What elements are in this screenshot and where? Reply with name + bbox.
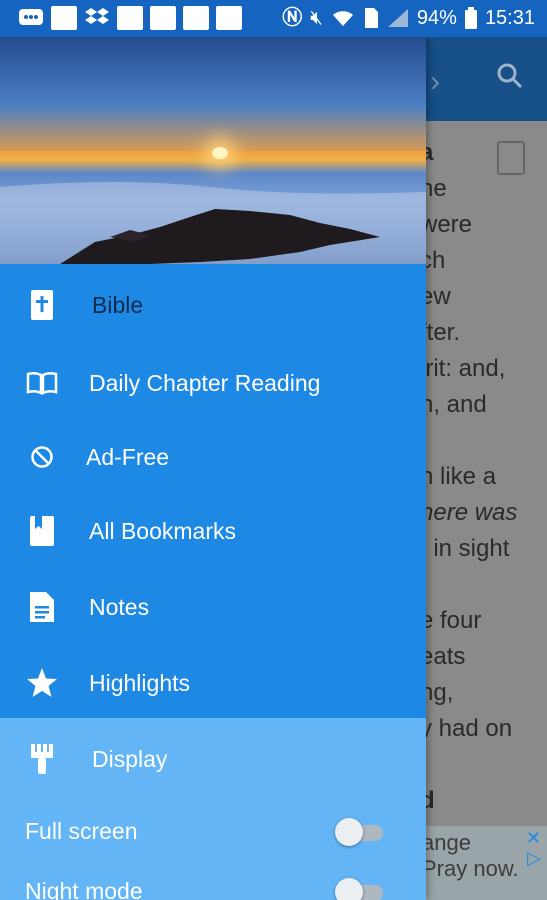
- drawer-item-highlights[interactable]: Highlights: [0, 646, 426, 720]
- nfc-icon: Ⓝ: [282, 7, 303, 29]
- drawer-item-label: All Bookmarks: [89, 517, 236, 544]
- brush-icon: [26, 743, 58, 775]
- battery-icon: [464, 7, 477, 29]
- sim-icon: [364, 8, 378, 28]
- drawer-item-label: Daily Chapter Reading: [89, 369, 321, 396]
- drawer-header-image: [0, 37, 426, 264]
- message-icon: [19, 9, 43, 25]
- block-icon: [26, 441, 58, 473]
- drawer-item-label: Bible: [92, 291, 144, 318]
- dropbox-icon: [85, 8, 109, 24]
- verse-text: n, and: [420, 391, 487, 418]
- toggle-night-mode: Night mode: [0, 862, 426, 900]
- drawer-item-notes[interactable]: Notes: [0, 570, 426, 644]
- drawer-item-all-bookmarks[interactable]: All Bookmarks: [0, 494, 426, 568]
- chevron-right-icon[interactable]: ›: [430, 65, 440, 99]
- verse-text: , in sight: [420, 535, 510, 562]
- verse-text: were: [420, 211, 473, 238]
- close-icon[interactable]: ✕: [526, 828, 541, 849]
- drawer-item-label: Notes: [89, 593, 150, 620]
- notification-icon: [117, 6, 143, 30]
- drawer-menu: Bible Daily Chapter Reading Ad-Free All …: [0, 264, 426, 718]
- toggle-label: Night mode: [25, 878, 143, 900]
- verse-text: eats: [420, 643, 466, 670]
- notification-icons: [18, 6, 242, 30]
- night-mode-switch[interactable]: [335, 878, 385, 900]
- drawer-item-daily-chapter-reading[interactable]: Daily Chapter Reading: [0, 346, 426, 420]
- open-book-icon: [26, 367, 58, 399]
- navigation-drawer: Bible Daily Chapter Reading Ad-Free All …: [0, 37, 426, 900]
- notification-icon: [51, 6, 77, 30]
- switch-thumb: [335, 878, 363, 900]
- mute-icon: 🔇︎: [310, 7, 323, 29]
- ad-choices-icon[interactable]: ▷: [527, 848, 541, 869]
- search-icon[interactable]: [497, 63, 523, 89]
- status-bar: Ⓝ 🔇︎ 94% 15:31: [0, 0, 547, 37]
- bookmark-icon: [26, 515, 58, 547]
- battery-level: 94%: [416, 7, 457, 29]
- toggle-label: Full screen: [25, 818, 138, 844]
- signal-icon: [387, 9, 408, 27]
- toggle-full-screen: Full screen: [0, 802, 426, 862]
- mountain-silhouette: [0, 182, 426, 264]
- full-screen-switch[interactable]: [335, 818, 385, 846]
- drawer-item-bible[interactable]: Bible: [0, 268, 426, 342]
- drawer-item-ad-free[interactable]: Ad-Free: [0, 420, 426, 494]
- bible-icon: [26, 289, 58, 321]
- notification-icon: [150, 6, 176, 30]
- wifi-icon: [332, 11, 353, 26]
- switch-thumb: [335, 818, 363, 846]
- ad-text: Pray now.: [422, 856, 519, 881]
- verse-text: y had on: [420, 715, 513, 742]
- drawer-item-label: Ad-Free: [86, 443, 170, 470]
- notification-icon: [216, 6, 242, 30]
- star-icon: [26, 667, 58, 699]
- verse-text: irit: and,: [420, 355, 506, 382]
- notification-icon: [183, 6, 209, 30]
- drawer-item-label: Display: [92, 745, 168, 772]
- clock: 15:31: [484, 7, 535, 29]
- verse-text: e four: [420, 607, 482, 634]
- drawer-settings: Display Full screen Night mode: [0, 718, 426, 900]
- ad-text: ange: [422, 830, 471, 855]
- system-icons: Ⓝ 🔇︎ 94% 15:31: [282, 5, 535, 31]
- verse-text: here was: [420, 499, 518, 526]
- verse-text: n like a: [420, 463, 497, 490]
- bookmark-icon[interactable]: [497, 141, 525, 175]
- note-icon: [26, 591, 58, 623]
- drawer-item-display[interactable]: Display: [0, 722, 426, 796]
- verse-text: fter.: [420, 319, 461, 346]
- drawer-item-label: Highlights: [89, 669, 190, 696]
